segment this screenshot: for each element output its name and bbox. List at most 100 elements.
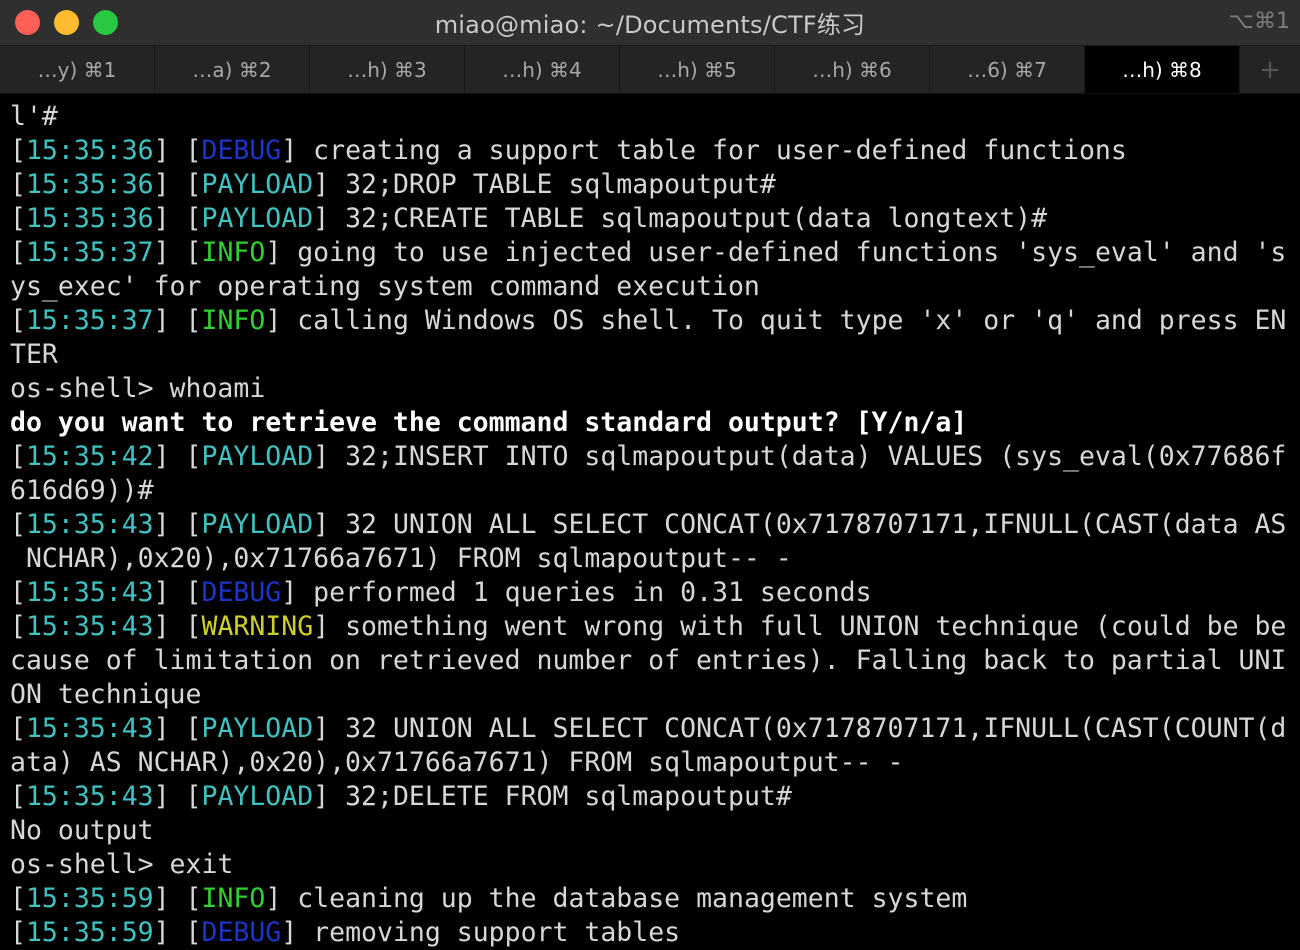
terminal-line: No output [10, 814, 1290, 848]
terminal-text: ] [ [153, 577, 202, 608]
terminal-line: [15:35:59] [DEBUG] removing support tabl… [10, 916, 1290, 950]
terminal-line: ata) AS NCHAR),0x20),0x71766a7671) FROM … [10, 746, 1290, 780]
terminal-line: do you want to retrieve the command stan… [10, 406, 1290, 440]
terminal-line: [15:35:59] [INFO] cleaning up the databa… [10, 882, 1290, 916]
terminal-text: [ [10, 509, 26, 540]
terminal-text: ] cleaning up the database management sy… [265, 883, 968, 914]
terminal-text: ] 32 UNION ALL SELECT CONCAT(0x717870717… [313, 713, 1287, 744]
terminal-text: ] creating a support table for user-defi… [281, 135, 1127, 166]
terminal-info-text: INFO [201, 237, 266, 268]
terminal-ts-text: 15:35:36 [25, 135, 154, 166]
terminal-text: ] [ [153, 237, 202, 268]
terminal-info-text: INFO [201, 883, 266, 914]
terminal-line: [15:35:37] [INFO] calling Windows OS she… [10, 304, 1290, 338]
terminal-text: ] [ [153, 917, 202, 948]
terminal-text: ] [ [153, 203, 202, 234]
terminal-payload-text: PAYLOAD [201, 203, 314, 234]
window-title: miao@miao: ~/Documents/CTF练习 [434, 11, 866, 39]
terminal-line: [15:35:36] [DEBUG] creating a support ta… [10, 134, 1290, 168]
terminal-text: [ [10, 611, 26, 642]
terminal-text: TER [10, 339, 58, 370]
terminal-line: [15:35:43] [PAYLOAD] 32;DELETE FROM sqlm… [10, 780, 1290, 814]
terminal-payload-text: PAYLOAD [201, 169, 314, 200]
terminal-text: [ [10, 441, 26, 472]
terminal-text: ] [ [153, 611, 202, 642]
terminal-text: ] going to use injected user-defined fun… [265, 237, 1287, 268]
terminal-debug-text: DEBUG [201, 917, 282, 948]
terminal-text: ] 32;DROP TABLE sqlmapoutput# [313, 169, 776, 200]
tab-bar: …y) ⌘1 …a) ⌘2 …h) ⌘3 …h) ⌘4 …h) ⌘5 …h) ⌘… [0, 45, 1300, 94]
terminal-line: [15:35:36] [PAYLOAD] 32;DROP TABLE sqlma… [10, 168, 1290, 202]
tab-5[interactable]: …h) ⌘5 [620, 46, 775, 93]
terminal-text: l'# [10, 101, 58, 132]
terminal-text: 616d69))# [10, 475, 154, 506]
add-tab-button[interactable]: + [1240, 46, 1300, 93]
terminal-ts-text: 15:35:59 [25, 883, 154, 914]
terminal-text: [ [10, 237, 26, 268]
terminal-text: ] something went wrong with full UNION t… [313, 611, 1287, 642]
terminal-line: NCHAR),0x20),0x71766a7671) FROM sqlmapou… [10, 542, 1290, 576]
title-bar: miao@miao: ~/Documents/CTF练习 ⌥⌘1 [0, 0, 1300, 45]
terminal-text: ] [ [153, 883, 202, 914]
terminal-text: ON technique [10, 679, 202, 710]
terminal-text: [ [10, 713, 26, 744]
terminal-text: ata) AS NCHAR),0x20),0x71766a7671) FROM … [10, 747, 904, 778]
tab-3[interactable]: …h) ⌘3 [310, 46, 465, 93]
terminal-ts-text: 15:35:43 [25, 713, 154, 744]
terminal-text: [ [10, 305, 26, 336]
terminal-text: ] [ [153, 713, 202, 744]
close-button[interactable] [15, 10, 40, 35]
terminal-text: ] [ [153, 135, 202, 166]
terminal-text: [ [10, 917, 26, 948]
terminal-text: ] 32 UNION ALL SELECT CONCAT(0x717870717… [313, 509, 1287, 540]
terminal-ts-text: 15:35:42 [25, 441, 154, 472]
terminal-ts-text: 15:35:37 [25, 237, 154, 268]
tab-8-active[interactable]: …h) ⌘8 [1085, 46, 1240, 93]
terminal-debug-text: DEBUG [201, 135, 282, 166]
terminal-text: ] [ [153, 441, 202, 472]
tab-4[interactable]: …h) ⌘4 [465, 46, 620, 93]
terminal-payload-text: PAYLOAD [201, 713, 314, 744]
terminal-line: [15:35:43] [DEBUG] performed 1 queries i… [10, 576, 1290, 610]
terminal-line: TER [10, 338, 1290, 372]
terminal-text: ] 32;DELETE FROM sqlmapoutput# [313, 781, 792, 812]
terminal-text: [ [10, 781, 26, 812]
terminal-ts-text: 15:35:37 [25, 305, 154, 336]
terminal-text: ys_exec' for operating system command ex… [10, 271, 760, 302]
terminal-line: os-shell> whoami [10, 372, 1290, 406]
terminal-line: cause of limitation on retrieved number … [10, 644, 1290, 678]
terminal-warning-text: WARNING [201, 611, 314, 642]
terminal-ts-text: 15:35:43 [25, 577, 154, 608]
tab-7[interactable]: …6) ⌘7 [930, 46, 1085, 93]
terminal-text: cause of limitation on retrieved number … [10, 645, 1287, 676]
terminal-output[interactable]: l'# [15:35:36] [DEBUG] creating a support… [0, 94, 1300, 950]
terminal-line: [15:35:43] [WARNING] something went wron… [10, 610, 1290, 644]
window-shortcut: ⌥⌘1 [1228, 9, 1290, 34]
terminal-text: NCHAR),0x20),0x71766a7671) FROM sqlmapou… [10, 543, 792, 574]
terminal-debug-text: DEBUG [201, 577, 282, 608]
terminal-line: 616d69))# [10, 474, 1290, 508]
tab-2[interactable]: …a) ⌘2 [155, 46, 310, 93]
terminal-line: ys_exec' for operating system command ex… [10, 270, 1290, 304]
terminal-line: [15:35:43] [PAYLOAD] 32 UNION ALL SELECT… [10, 508, 1290, 542]
terminal-text: ] 32;CREATE TABLE sqlmapoutput(data long… [313, 203, 1048, 234]
terminal-ts-text: 15:35:36 [25, 203, 154, 234]
terminal-line: ON technique [10, 678, 1290, 712]
terminal-text: ] [ [153, 509, 202, 540]
terminal-line: [15:35:42] [PAYLOAD] 32;INSERT INTO sqlm… [10, 440, 1290, 474]
window-controls [15, 10, 118, 35]
terminal-ts-text: 15:35:59 [25, 917, 154, 948]
terminal-line: [15:35:37] [INFO] going to use injected … [10, 236, 1290, 270]
terminal-text: ] 32;INSERT INTO sqlmapoutput(data) VALU… [313, 441, 1287, 472]
zoom-button[interactable] [93, 10, 118, 35]
tab-1[interactable]: …y) ⌘1 [0, 46, 155, 93]
terminal-text: [ [10, 577, 26, 608]
terminal-line: [15:35:43] [PAYLOAD] 32 UNION ALL SELECT… [10, 712, 1290, 746]
minimize-button[interactable] [54, 10, 79, 35]
terminal-bold-text: do you want to retrieve the command stan… [10, 407, 968, 438]
terminal-ts-text: 15:35:43 [25, 509, 154, 540]
terminal-text: No output [10, 815, 154, 846]
terminal-text: [ [10, 203, 26, 234]
terminal-ts-text: 15:35:43 [25, 781, 154, 812]
tab-6[interactable]: …h) ⌘6 [775, 46, 930, 93]
